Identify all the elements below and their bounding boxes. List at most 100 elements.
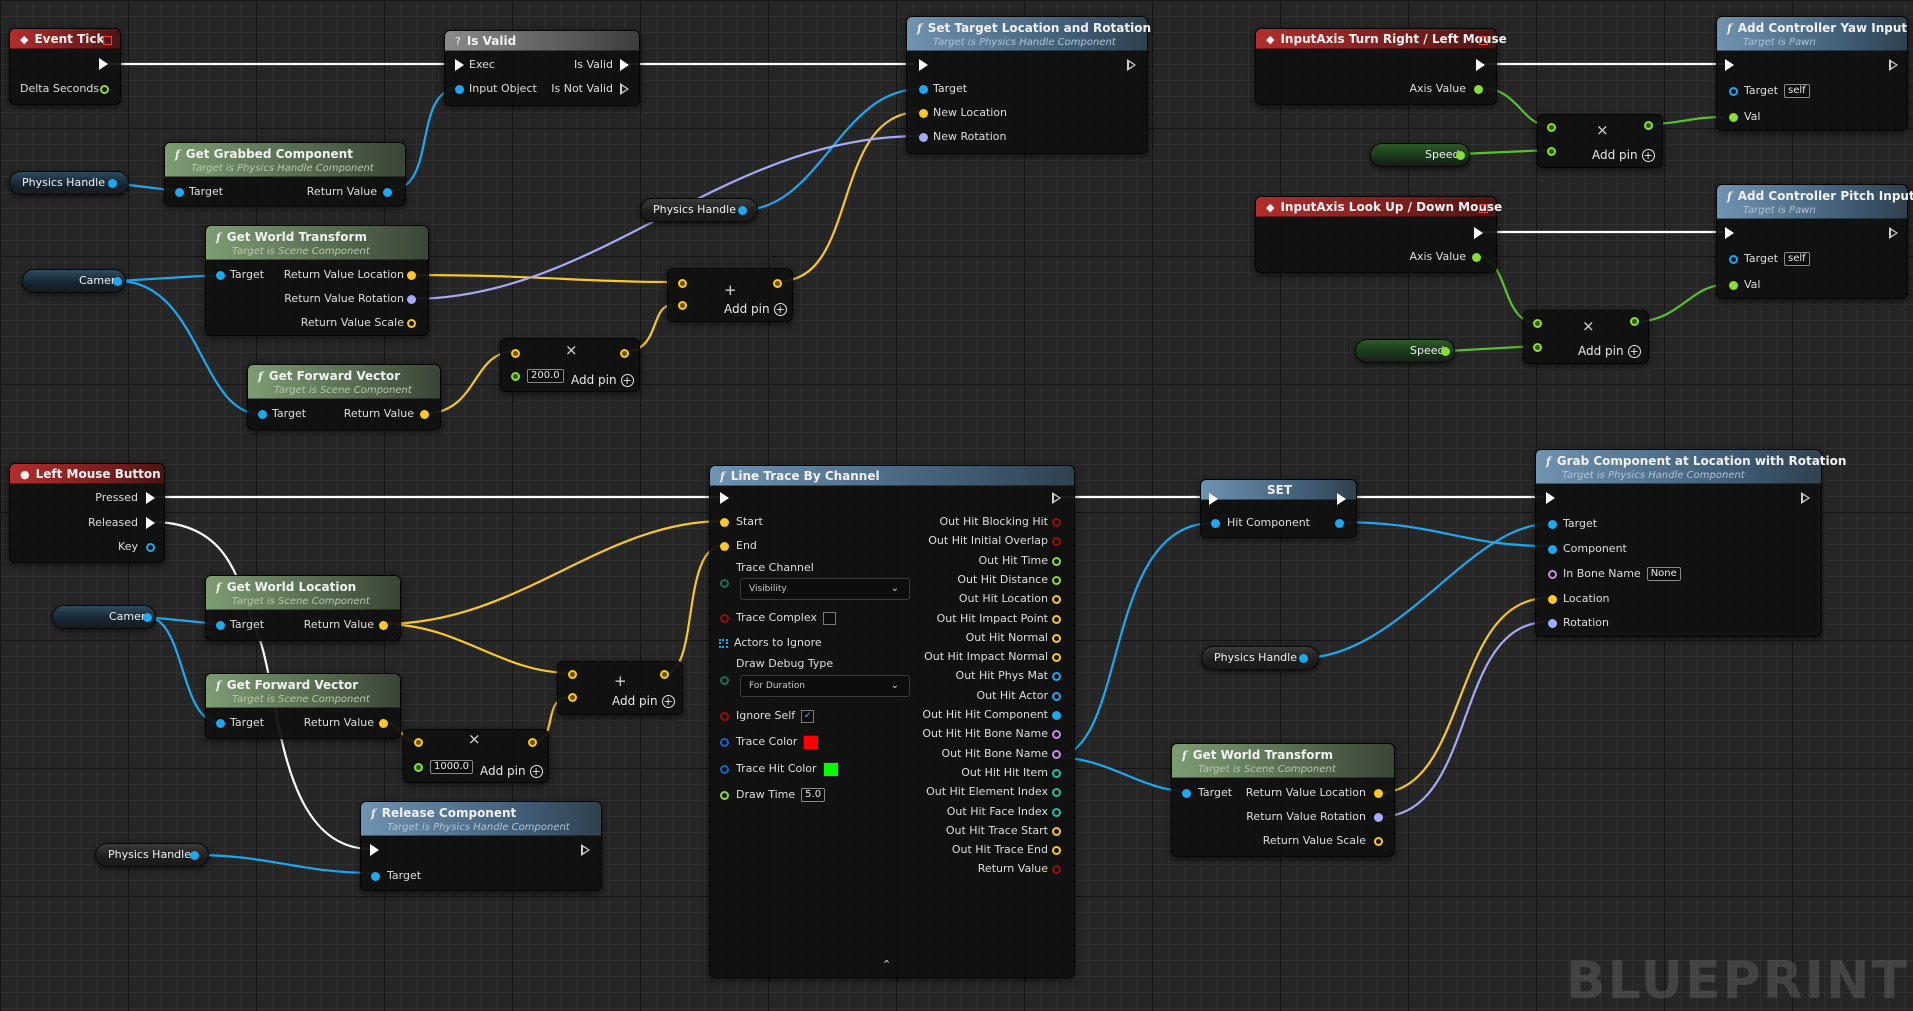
set-header[interactable]: SET (1201, 480, 1356, 500)
get-world-transform-node[interactable]: f Get World Transform Target is Scene Com… (205, 225, 429, 336)
trace-output-pin[interactable] (1052, 537, 1061, 546)
exec-out-pin[interactable] (1801, 492, 1810, 504)
get-world-transform-header[interactable]: f Get World Transform Target is Scene Com… (1172, 744, 1394, 778)
collapse-chevron-icon[interactable]: ⌃ (882, 958, 891, 971)
get-forward-vector-node[interactable]: f Get Forward Vector Target is Scene Comp… (205, 673, 401, 739)
bool-in-pin[interactable] (720, 614, 729, 623)
bool-in-pin[interactable] (720, 712, 729, 721)
trace-hit-color-swatch[interactable] (822, 761, 839, 777)
object-in-pin[interactable] (1182, 789, 1191, 798)
color-in-pin[interactable] (720, 738, 729, 747)
float-in-pin[interactable] (1547, 123, 1556, 132)
object-out-pin[interactable] (1299, 654, 1308, 663)
exec-out-pin[interactable] (1337, 493, 1346, 505)
get-forward-header[interactable]: f Get Forward Vector Target is Scene Comp… (248, 365, 440, 399)
get-world-transform-header[interactable]: f Get World Transform Target is Scene Com… (206, 226, 428, 260)
vector-in-pin[interactable] (568, 670, 577, 679)
exec-out-pin[interactable] (1127, 59, 1136, 71)
vector-in-pin[interactable] (414, 738, 423, 747)
add-pin-button[interactable]: Add pin + (1578, 344, 1641, 358)
trace-output-pin[interactable] (1052, 615, 1061, 624)
exec-in-pin[interactable] (370, 844, 379, 856)
float-in-pin[interactable] (1547, 147, 1556, 156)
event-close-icon[interactable] (1479, 36, 1488, 45)
exec-out-pin[interactable] (620, 83, 629, 95)
vector-out-pin[interactable] (773, 279, 782, 288)
vector-out-pin[interactable] (407, 319, 416, 328)
exec-out-pin[interactable] (581, 844, 590, 856)
object-out-pin[interactable] (190, 851, 199, 860)
add-yaw-input-node[interactable]: f Add Controller Yaw Input Target is Pawn… (1716, 16, 1908, 131)
float-in-pin[interactable] (1729, 113, 1738, 122)
add-pin-button[interactable]: Add pin + (1592, 148, 1655, 162)
color-in-pin[interactable] (720, 765, 729, 774)
object-in-pin[interactable] (1211, 519, 1220, 528)
trace-output-pin[interactable] (1052, 653, 1061, 662)
object-in-pin[interactable] (216, 719, 225, 728)
camera-variable[interactable]: Camera (22, 269, 126, 293)
set-target-node[interactable]: f Set Target Location and Rotation Target… (906, 16, 1151, 154)
trace-output-pin[interactable] (1052, 634, 1061, 643)
exec-in-pin[interactable] (720, 492, 729, 504)
add-pin-button[interactable]: Add pin + (571, 373, 634, 387)
input-axis-turn-header[interactable]: ◆ InputAxis Turn Right / Left Mouse (1256, 29, 1507, 49)
float-out-pin[interactable] (100, 85, 109, 94)
exec-out-pin[interactable] (99, 58, 108, 70)
rotator-in-pin[interactable] (919, 133, 928, 142)
object-out-pin[interactable] (113, 277, 122, 286)
exec-out-pin[interactable] (1889, 227, 1898, 239)
add-pin-button[interactable]: Add pin + (480, 764, 543, 778)
object-in-pin[interactable] (455, 85, 464, 94)
exec-in-pin[interactable] (1725, 227, 1734, 239)
object-in-pin[interactable] (1729, 255, 1738, 264)
yaw-header[interactable]: f Add Controller Yaw Input Target is Pawn (1717, 17, 1907, 51)
event-tick-node[interactable]: ◆ Event Tick Delta Seconds (9, 28, 121, 105)
exec-in-pin[interactable] (1209, 493, 1218, 505)
trace-channel-select[interactable]: Visibility ⌄ (740, 578, 910, 600)
trace-output-pin[interactable] (1052, 692, 1061, 701)
exec-in-pin[interactable] (1725, 59, 1734, 71)
object-out-pin[interactable] (383, 188, 392, 197)
release-component-node[interactable]: f Release Component Target is Physics Han… (360, 801, 602, 891)
enum-in-pin[interactable] (720, 676, 729, 685)
object-out-pin[interactable] (108, 179, 117, 188)
trace-output-pin[interactable] (1052, 769, 1061, 778)
ignore-self-checkbox[interactable]: ✓ (801, 709, 815, 723)
enum-in-pin[interactable] (720, 579, 729, 588)
trace-output-pin[interactable] (1052, 672, 1061, 681)
rotator-out-pin[interactable] (407, 295, 416, 304)
float-in-pin[interactable] (1533, 343, 1542, 352)
line-trace-header[interactable]: f Line Trace By Channel (710, 466, 1074, 486)
vector-in-pin[interactable] (720, 518, 729, 527)
event-close-icon[interactable] (1479, 204, 1488, 213)
multiplier-input[interactable]: 1000.0 (430, 760, 473, 774)
grab-component-node[interactable]: f Grab Component at Location with Rotatio… (1535, 449, 1846, 637)
event-tick-header[interactable]: ◆ Event Tick (10, 29, 120, 49)
float-out-pin[interactable] (1644, 121, 1653, 130)
left-mouse-button-node[interactable]: ● Left Mouse Button Pressed Released Key (9, 463, 165, 563)
set-target-header[interactable]: f Set Target Location and Rotation Target… (907, 17, 1151, 51)
get-grabbed-component-node[interactable]: f Get Grabbed Component Target is Physics… (164, 142, 406, 206)
vector-out-pin[interactable] (620, 349, 629, 358)
draw-time-input[interactable]: 5.0 (801, 788, 826, 802)
exec-in-pin[interactable] (919, 59, 928, 71)
get-forward-vector-node[interactable]: f Get Forward Vector Target is Scene Comp… (247, 364, 441, 430)
line-trace-node[interactable]: f Line Trace By Channel Start End Trace C… (709, 465, 1075, 978)
get-world-location-node[interactable]: f Get World Location Target is Scene Comp… (205, 575, 401, 641)
release-header[interactable]: f Release Component Target is Physics Han… (361, 802, 601, 836)
trace-output-pin[interactable] (1052, 788, 1061, 797)
set-variable-node[interactable]: SET Hit Component (1200, 479, 1357, 538)
vector-out-pin[interactable] (379, 621, 388, 630)
self-input[interactable]: self (1784, 252, 1810, 266)
multiply-node[interactable]: × Add pin + (1523, 310, 1649, 364)
object-in-pin[interactable] (216, 621, 225, 630)
speed-variable[interactable]: Speed (1355, 339, 1455, 363)
float-in-pin[interactable] (511, 372, 520, 381)
input-axis-turn-node[interactable]: ◆ InputAxis Turn Right / Left Mouse Axis … (1255, 28, 1507, 105)
trace-output-pin[interactable] (1052, 576, 1061, 585)
vector-in-pin[interactable] (1548, 595, 1557, 604)
object-in-pin[interactable] (175, 188, 184, 197)
vector-out-pin[interactable] (660, 670, 669, 679)
exec-out-pin[interactable] (1476, 59, 1485, 71)
exec-out-pin[interactable] (1889, 59, 1898, 71)
